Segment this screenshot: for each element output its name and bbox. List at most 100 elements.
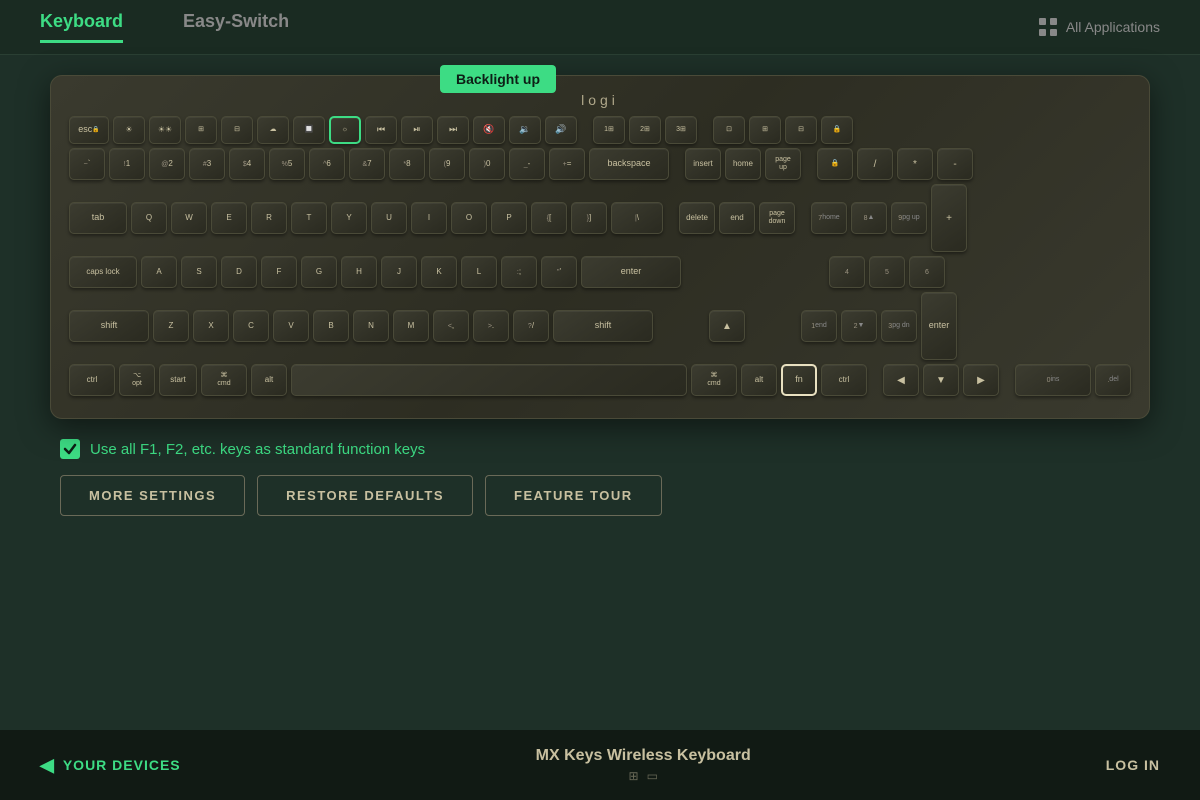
key-alt-right[interactable]: alt <box>741 364 777 396</box>
key-f9[interactable]: ⏯ <box>401 116 433 144</box>
key-np9[interactable]: 9pg up <box>891 202 927 234</box>
key-np-dot[interactable]: .del <box>1095 364 1131 396</box>
more-settings-button[interactable]: MORE SETTINGS <box>60 475 245 516</box>
key-b[interactable]: B <box>313 310 349 342</box>
key-np6[interactable]: 6 <box>909 256 945 288</box>
key-semicolon[interactable]: :; <box>501 256 537 288</box>
key-prtsc[interactable]: ⊡ <box>713 116 745 144</box>
key-esc[interactable]: esc🔒 <box>69 116 109 144</box>
key-tab[interactable]: tab <box>69 202 127 234</box>
key-ctrl-left[interactable]: ctrl <box>69 364 115 396</box>
key-np0[interactable]: 0ins <box>1015 364 1091 396</box>
key-f8[interactable]: ⏮ <box>365 116 397 144</box>
key-0[interactable]: )0 <box>469 148 505 180</box>
key-pageup[interactable]: pageup <box>765 148 801 180</box>
key-slash[interactable]: ?/ <box>513 310 549 342</box>
key-3[interactable]: #3 <box>189 148 225 180</box>
key-minus[interactable]: _- <box>509 148 545 180</box>
key-y[interactable]: Y <box>331 202 367 234</box>
key-np3[interactable]: 3pg dn <box>881 310 917 342</box>
key-6[interactable]: ^6 <box>309 148 345 180</box>
key-9[interactable]: (9 <box>429 148 465 180</box>
key-i[interactable]: I <box>411 202 447 234</box>
key-f2[interactable]: ☀☀ <box>149 116 181 144</box>
key-2[interactable]: @2 <box>149 148 185 180</box>
key-arrow-left[interactable]: ◀ <box>883 364 919 396</box>
key-opt-left[interactable]: ⌥opt <box>119 364 155 396</box>
key-alt-left[interactable]: alt <box>251 364 287 396</box>
key-insert[interactable]: insert <box>685 148 721 180</box>
key-f10[interactable]: ⏭ <box>437 116 469 144</box>
key-np8[interactable]: 8▲ <box>851 202 887 234</box>
key-8[interactable]: *8 <box>389 148 425 180</box>
key-o[interactable]: O <box>451 202 487 234</box>
key-f4[interactable]: ⊟ <box>221 116 253 144</box>
key-backtick[interactable]: ~` <box>69 148 105 180</box>
key-comma[interactable]: <, <box>433 310 469 342</box>
key-w[interactable]: W <box>171 202 207 234</box>
key-np1[interactable]: 1end <box>801 310 837 342</box>
key-n[interactable]: N <box>353 310 389 342</box>
key-start[interactable]: start <box>159 364 197 396</box>
key-quote[interactable]: "' <box>541 256 577 288</box>
key-c[interactable]: C <box>233 310 269 342</box>
key-np-slash[interactable]: / <box>857 148 893 180</box>
key-scrlock[interactable]: ⊞ <box>749 116 781 144</box>
key-x[interactable]: X <box>193 310 229 342</box>
key-1[interactable]: !1 <box>109 148 145 180</box>
key-lbracket[interactable]: {[ <box>531 202 567 234</box>
key-arrow-right[interactable]: ▶ <box>963 364 999 396</box>
key-f13[interactable]: 🔊 <box>545 116 577 144</box>
key-shift-right[interactable]: shift <box>553 310 653 342</box>
key-home[interactable]: home <box>725 148 761 180</box>
key-np7[interactable]: 7home <box>811 202 847 234</box>
key-s[interactable]: S <box>181 256 217 288</box>
log-in-button[interactable]: LOG IN <box>1106 757 1160 773</box>
feature-tour-button[interactable]: FEATURE TOUR <box>485 475 662 516</box>
key-backspace[interactable]: backspace <box>589 148 669 180</box>
key-pause[interactable]: ⊟ <box>785 116 817 144</box>
key-np-enter[interactable]: enter <box>921 292 957 360</box>
key-7[interactable]: &7 <box>349 148 385 180</box>
key-l[interactable]: L <box>461 256 497 288</box>
key-p[interactable]: P <box>491 202 527 234</box>
key-cmd-right[interactable]: ⌘cmd <box>691 364 737 396</box>
tab-easyswitch[interactable]: Easy-Switch <box>183 11 289 43</box>
key-f[interactable]: F <box>261 256 297 288</box>
tab-keyboard[interactable]: Keyboard <box>40 11 123 43</box>
key-arrow-up[interactable]: ▲ <box>709 310 745 342</box>
key-pagedown[interactable]: pagedown <box>759 202 795 234</box>
key-j[interactable]: J <box>381 256 417 288</box>
key-4[interactable]: $4 <box>229 148 265 180</box>
key-np-plus[interactable]: + <box>931 184 967 252</box>
all-applications-button[interactable]: All Applications <box>1038 17 1160 37</box>
key-f7[interactable]: ☼ <box>329 116 361 144</box>
restore-defaults-button[interactable]: RESTORE DEFAULTS <box>257 475 473 516</box>
key-f5[interactable]: ☁ <box>257 116 289 144</box>
key-f6[interactable]: 🔲 <box>293 116 325 144</box>
key-delete[interactable]: delete <box>679 202 715 234</box>
key-cmd-left[interactable]: ⌘cmd <box>201 364 247 396</box>
key-capslock[interactable]: caps lock <box>69 256 137 288</box>
key-q[interactable]: Q <box>131 202 167 234</box>
key-ctrl-right[interactable]: ctrl <box>821 364 867 396</box>
key-r[interactable]: R <box>251 202 287 234</box>
key-h[interactable]: H <box>341 256 377 288</box>
key-end[interactable]: end <box>719 202 755 234</box>
key-f3[interactable]: ⊞ <box>185 116 217 144</box>
key-period[interactable]: >. <box>473 310 509 342</box>
key-z[interactable]: Z <box>153 310 189 342</box>
key-np4[interactable]: 4 <box>829 256 865 288</box>
key-g[interactable]: G <box>301 256 337 288</box>
key-t[interactable]: T <box>291 202 327 234</box>
key-a[interactable]: A <box>141 256 177 288</box>
key-5[interactable]: %5 <box>269 148 305 180</box>
key-backslash[interactable]: |\ <box>611 202 663 234</box>
key-f1[interactable]: ☀ <box>113 116 145 144</box>
key-spacebar[interactable] <box>291 364 687 396</box>
key-f11[interactable]: 🔇 <box>473 116 505 144</box>
key-e[interactable]: E <box>211 202 247 234</box>
key-shift-left[interactable]: shift <box>69 310 149 342</box>
function-keys-checkbox[interactable] <box>60 439 80 459</box>
key-f12[interactable]: 🔉 <box>509 116 541 144</box>
